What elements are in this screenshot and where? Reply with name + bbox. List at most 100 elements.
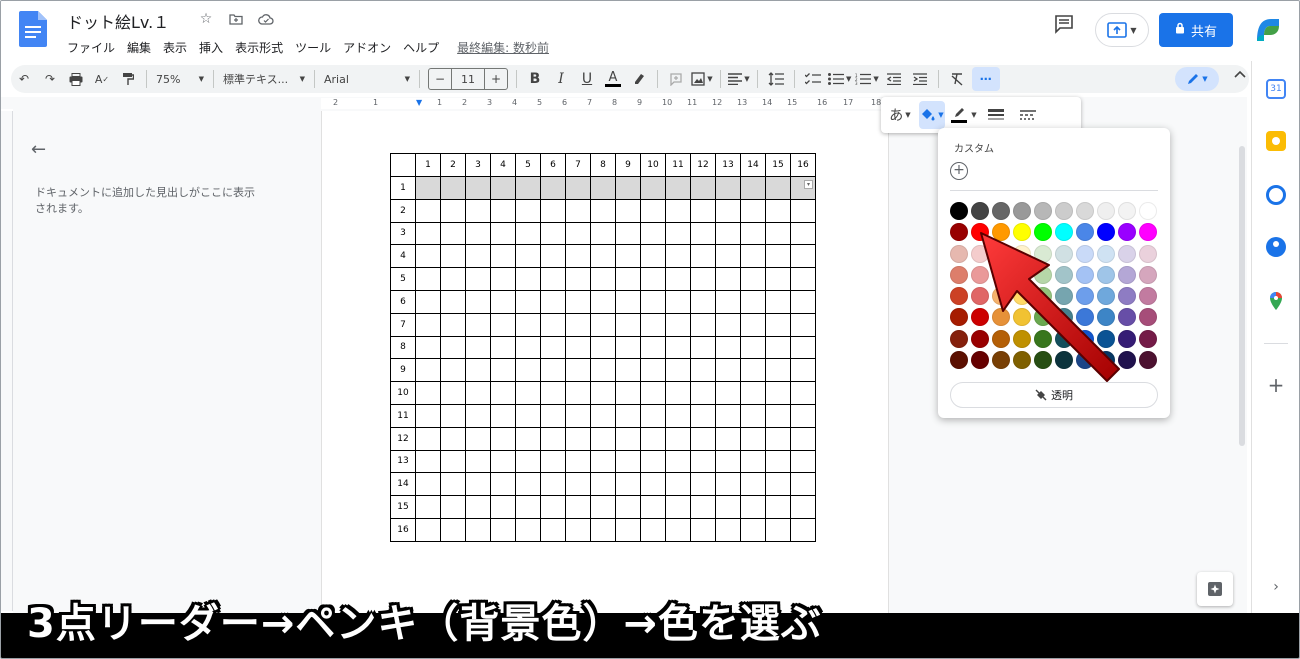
color-swatch[interactable]	[971, 308, 989, 327]
color-swatch[interactable]	[1076, 265, 1094, 284]
grid-cell[interactable]	[790, 495, 816, 519]
grid-cell[interactable]	[415, 244, 441, 269]
grid-cell[interactable]	[515, 267, 541, 291]
grid-cell[interactable]	[590, 312, 616, 337]
grid-cell[interactable]	[640, 289, 666, 314]
grid-cell[interactable]	[515, 335, 541, 360]
grid-cell[interactable]	[590, 449, 616, 474]
grid-cell[interactable]	[590, 221, 616, 246]
column-header-cell[interactable]: 12	[690, 153, 716, 177]
move-folder-icon[interactable]	[227, 10, 245, 28]
grid-cell[interactable]	[590, 495, 616, 519]
text-color-button[interactable]: A	[602, 67, 624, 91]
column-header-cell[interactable]: 8	[590, 153, 616, 177]
add-comment-icon[interactable]	[665, 67, 687, 91]
grid-cell[interactable]	[715, 267, 741, 291]
grid-cell[interactable]	[515, 358, 541, 383]
grid-cell[interactable]	[540, 198, 566, 223]
grid-cell[interactable]	[540, 449, 566, 474]
grid-cell[interactable]	[715, 312, 741, 337]
color-swatch[interactable]	[1118, 265, 1136, 284]
grid-cell[interactable]	[640, 267, 666, 291]
color-swatch[interactable]	[1076, 351, 1094, 370]
color-swatch[interactable]	[1034, 329, 1052, 348]
grid-cell[interactable]	[565, 312, 591, 337]
color-swatch[interactable]	[992, 202, 1010, 220]
grid-cell[interactable]	[440, 517, 466, 542]
grid-cell[interactable]	[565, 267, 591, 291]
grid-cell[interactable]	[690, 517, 716, 542]
grid-cell[interactable]	[490, 449, 516, 474]
grid-cell[interactable]	[465, 517, 491, 542]
color-swatch[interactable]	[1097, 202, 1115, 220]
row-header-cell[interactable]: 9	[390, 358, 416, 383]
grid-cell[interactable]	[640, 495, 666, 519]
grid-cell[interactable]	[790, 221, 816, 246]
color-swatch[interactable]	[950, 308, 968, 327]
grid-cell[interactable]	[540, 472, 566, 497]
grid-cell[interactable]	[740, 244, 766, 269]
grid-cell[interactable]	[540, 403, 566, 428]
grid-cell[interactable]	[665, 449, 691, 474]
menu-addons[interactable]: アドオン	[343, 39, 391, 56]
grid-cell[interactable]	[465, 198, 491, 223]
grid-cell[interactable]	[690, 426, 716, 451]
grid-cell[interactable]	[490, 312, 516, 337]
grid-cell[interactable]	[490, 221, 516, 246]
border-width-icon[interactable]	[983, 101, 1009, 129]
grid-cell[interactable]	[540, 221, 566, 246]
grid-cell[interactable]	[565, 403, 591, 428]
color-swatch[interactable]	[1118, 202, 1136, 220]
grid-cell[interactable]	[790, 517, 816, 542]
grid-cell[interactable]	[565, 289, 591, 314]
grid-cell[interactable]	[565, 472, 591, 497]
color-swatch[interactable]	[1097, 329, 1115, 348]
grid-cell[interactable]	[665, 221, 691, 246]
document-title[interactable]: ドット絵Lv.１	[67, 9, 169, 33]
row-header-cell[interactable]: 4	[390, 244, 416, 269]
grid-cell[interactable]	[715, 403, 741, 428]
color-swatch[interactable]	[1013, 351, 1031, 370]
grid-cell[interactable]	[540, 312, 566, 337]
row-header-cell[interactable]: 10	[390, 381, 416, 405]
color-swatch[interactable]	[1076, 223, 1094, 242]
grid-cell[interactable]	[440, 289, 466, 314]
grid-cell[interactable]	[515, 312, 541, 337]
grid-cell[interactable]	[765, 289, 791, 314]
color-swatch[interactable]	[1076, 329, 1094, 348]
grid-cell[interactable]	[715, 335, 741, 360]
column-header-cell[interactable]: 9	[615, 153, 641, 177]
color-swatch[interactable]	[1055, 308, 1073, 327]
row-header-cell[interactable]: 11	[390, 403, 416, 428]
grid-cell[interactable]	[690, 335, 716, 360]
grid-cell[interactable]	[690, 289, 716, 314]
grid-cell[interactable]	[440, 244, 466, 269]
color-swatch[interactable]	[1097, 308, 1115, 327]
grid-cell[interactable]	[415, 221, 441, 246]
color-swatch[interactable]	[1055, 223, 1073, 242]
grid-cell[interactable]	[465, 289, 491, 314]
grid-cell[interactable]	[640, 426, 666, 451]
grid-cell[interactable]	[540, 289, 566, 314]
column-header-cell[interactable]: 4	[490, 153, 516, 177]
grid-cell[interactable]	[565, 449, 591, 474]
grid-cell[interactable]	[765, 358, 791, 383]
grid-cell[interactable]	[790, 403, 816, 428]
pixel-grid-table[interactable]: 1 2 3 4 5 6 7 8 9 10 11 12 13 14 15 16 1 ▾ 2 3 4 5 6 7 8 9 10 11 12 1…	[390, 153, 816, 542]
color-swatch[interactable]	[1097, 244, 1115, 263]
grid-cell[interactable]	[740, 403, 766, 428]
grid-cell[interactable]	[615, 289, 641, 314]
grid-cell[interactable]	[765, 449, 791, 474]
grid-cell[interactable]	[490, 267, 516, 291]
color-swatch[interactable]	[1139, 244, 1157, 263]
grid-cell[interactable]	[440, 403, 466, 428]
row-header-cell[interactable]: 15	[390, 495, 416, 519]
grid-cell[interactable]	[515, 289, 541, 314]
menu-file[interactable]: ファイル	[67, 39, 115, 56]
decrease-indent-icon[interactable]	[883, 67, 905, 91]
color-swatch[interactable]	[1034, 265, 1052, 284]
grid-cell[interactable]	[440, 335, 466, 360]
column-header-cell[interactable]: 14	[740, 153, 766, 177]
more-options-button[interactable]: ⋯	[971, 67, 1000, 91]
row-header-cell[interactable]: 6	[390, 289, 416, 314]
